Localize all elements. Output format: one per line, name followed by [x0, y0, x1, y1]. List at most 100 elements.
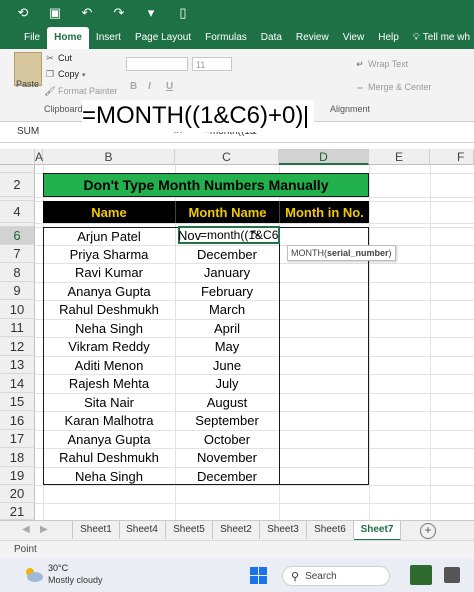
- cell-month[interactable]: October: [175, 430, 279, 448]
- row-header-15[interactable]: 15: [0, 393, 35, 411]
- taskbar-app-icon[interactable]: [410, 565, 432, 585]
- row-header-4[interactable]: 4: [0, 201, 35, 223]
- bold-button[interactable]: B: [130, 81, 137, 92]
- dropdown-icon[interactable]: ▾: [142, 5, 160, 21]
- row-header-17[interactable]: 17: [0, 430, 35, 448]
- cell-month[interactable]: December: [175, 245, 279, 263]
- row-header-19[interactable]: 19: [0, 467, 35, 485]
- column-header-d[interactable]: D: [279, 149, 369, 165]
- row-header-20[interactable]: 20: [0, 485, 35, 503]
- cell-month[interactable]: November: [175, 448, 279, 467]
- row-header-21[interactable]: 21: [0, 503, 35, 520]
- sheet-tab[interactable]: Sheet4: [119, 521, 166, 539]
- tab-formulas[interactable]: Formulas: [198, 27, 254, 49]
- row-header-2[interactable]: 2: [0, 173, 35, 197]
- tab-view[interactable]: View: [336, 27, 372, 49]
- redo-icon[interactable]: ↷: [110, 5, 128, 21]
- wrap-text-button[interactable]: ↵ Wrap Text: [354, 59, 408, 70]
- font-name-box[interactable]: [126, 57, 188, 71]
- row-header-6[interactable]: 6: [0, 227, 35, 245]
- row-header-18[interactable]: 18: [0, 448, 35, 467]
- copy-button[interactable]: ❐ Copy ▾: [44, 69, 86, 80]
- sheet-tab[interactable]: Sheet3: [260, 521, 307, 539]
- cell-name[interactable]: Rahul Deshmukh: [43, 300, 175, 319]
- cell-name[interactable]: Sita Nair: [43, 393, 175, 411]
- italic-button[interactable]: I: [148, 81, 151, 92]
- row-header-14[interactable]: 14: [0, 374, 35, 393]
- row-header-9[interactable]: 9: [0, 282, 35, 300]
- cell-month-c6[interactable]: Nov: [178, 227, 201, 243]
- font-size-box[interactable]: 11: [192, 57, 232, 71]
- tab-insert[interactable]: Insert: [89, 27, 128, 49]
- cut-button[interactable]: ✂ Cut: [44, 53, 72, 64]
- cell-name[interactable]: Karan Malhotra: [43, 411, 175, 430]
- save-icon[interactable]: ▣: [46, 5, 64, 21]
- cell-month[interactable]: March: [175, 300, 279, 319]
- prev-sheet-icon[interactable]: ◀: [22, 524, 30, 535]
- underline-button[interactable]: U: [166, 81, 173, 92]
- taskbar-app-icon[interactable]: [444, 567, 460, 583]
- row-header-12[interactable]: 12: [0, 337, 35, 356]
- windows-start-icon[interactable]: [250, 567, 267, 584]
- tab-review[interactable]: Review: [289, 27, 336, 49]
- cell-name[interactable]: Rajesh Mehta: [43, 374, 175, 393]
- tell-me-box[interactable]: 💡︎ Tell me wh: [406, 27, 474, 49]
- cell-name[interactable]: Rahul Deshmukh: [43, 448, 175, 467]
- cell-name[interactable]: Neha Singh: [43, 319, 175, 337]
- banner-title[interactable]: Don't Type Month Numbers Manually: [43, 173, 369, 197]
- autosave-icon[interactable]: ⟲: [14, 5, 32, 21]
- cell-month[interactable]: January: [175, 263, 279, 282]
- sheet-tab[interactable]: Sheet5: [166, 521, 213, 539]
- name-box[interactable]: SUM: [14, 124, 83, 139]
- row-header-7[interactable]: 7: [0, 245, 35, 263]
- header-month-number[interactable]: Month in No.: [279, 201, 369, 223]
- paste-button[interactable]: Paste: [16, 79, 39, 89]
- cell-month[interactable]: February: [175, 282, 279, 300]
- row-header-10[interactable]: 10: [0, 300, 35, 319]
- add-sheet-icon[interactable]: +: [420, 523, 436, 539]
- sheet-tab-active[interactable]: Sheet7: [354, 521, 401, 541]
- cell-name[interactable]: Ananya Gupta: [43, 430, 175, 448]
- tab-file[interactable]: File: [17, 27, 47, 49]
- format-painter-button[interactable]: 🖌︎ Format Painter: [44, 86, 117, 97]
- row-header-1[interactable]: [0, 165, 35, 173]
- merge-center-button[interactable]: ⇔ Merge & Center: [354, 82, 432, 92]
- worksheet-grid[interactable]: A B C D E F 2 4 6 7 8 9 10 11 12 13 14 1…: [0, 149, 474, 520]
- cell-name[interactable]: Ananya Gupta: [43, 282, 175, 300]
- cell-name[interactable]: Arjun Patel: [43, 227, 175, 245]
- tab-home[interactable]: Home: [47, 27, 89, 49]
- cell-month[interactable]: April: [175, 319, 279, 337]
- tab-page-layout[interactable]: Page Layout: [128, 27, 198, 49]
- sheet-tab[interactable]: Sheet6: [307, 521, 354, 539]
- cell-name[interactable]: Vikram Reddy: [43, 337, 175, 356]
- cell-month[interactable]: September: [175, 411, 279, 430]
- row-header-11[interactable]: 11: [0, 319, 35, 337]
- function-tooltip[interactable]: MONTH(serial_number): [287, 245, 396, 261]
- sheet-tab[interactable]: Sheet2: [213, 521, 260, 539]
- cell-name[interactable]: Priya Sharma: [43, 245, 175, 263]
- undo-icon[interactable]: ↶: [78, 5, 96, 21]
- row-header-13[interactable]: 13: [0, 356, 35, 374]
- column-header-f[interactable]: F: [430, 149, 474, 165]
- cell-month[interactable]: June: [175, 356, 279, 374]
- next-sheet-icon[interactable]: ▶: [40, 524, 48, 535]
- header-month-name[interactable]: Month Name: [175, 201, 279, 223]
- cell-month[interactable]: December: [175, 467, 279, 485]
- cell-month[interactable]: May: [175, 337, 279, 356]
- column-header-a[interactable]: A: [35, 149, 43, 165]
- select-all-corner[interactable]: [0, 149, 35, 165]
- row-header-16[interactable]: 16: [0, 411, 35, 430]
- cell-month[interactable]: July: [175, 374, 279, 393]
- row-header-8[interactable]: 8: [0, 263, 35, 282]
- sheet-tab[interactable]: Sheet1: [72, 521, 120, 539]
- column-header-c[interactable]: C: [175, 149, 279, 165]
- taskbar-search[interactable]: ⚲ Search: [282, 566, 390, 586]
- column-header-b[interactable]: B: [43, 149, 175, 165]
- cell-month[interactable]: August: [175, 393, 279, 411]
- header-name[interactable]: Name: [43, 201, 175, 223]
- tab-help[interactable]: Help: [371, 27, 406, 49]
- cell-name[interactable]: Aditi Menon: [43, 356, 175, 374]
- cell-name[interactable]: Ravi Kumar: [43, 263, 175, 282]
- cloudy-weather-icon[interactable]: [22, 565, 44, 583]
- column-header-e[interactable]: E: [369, 149, 430, 165]
